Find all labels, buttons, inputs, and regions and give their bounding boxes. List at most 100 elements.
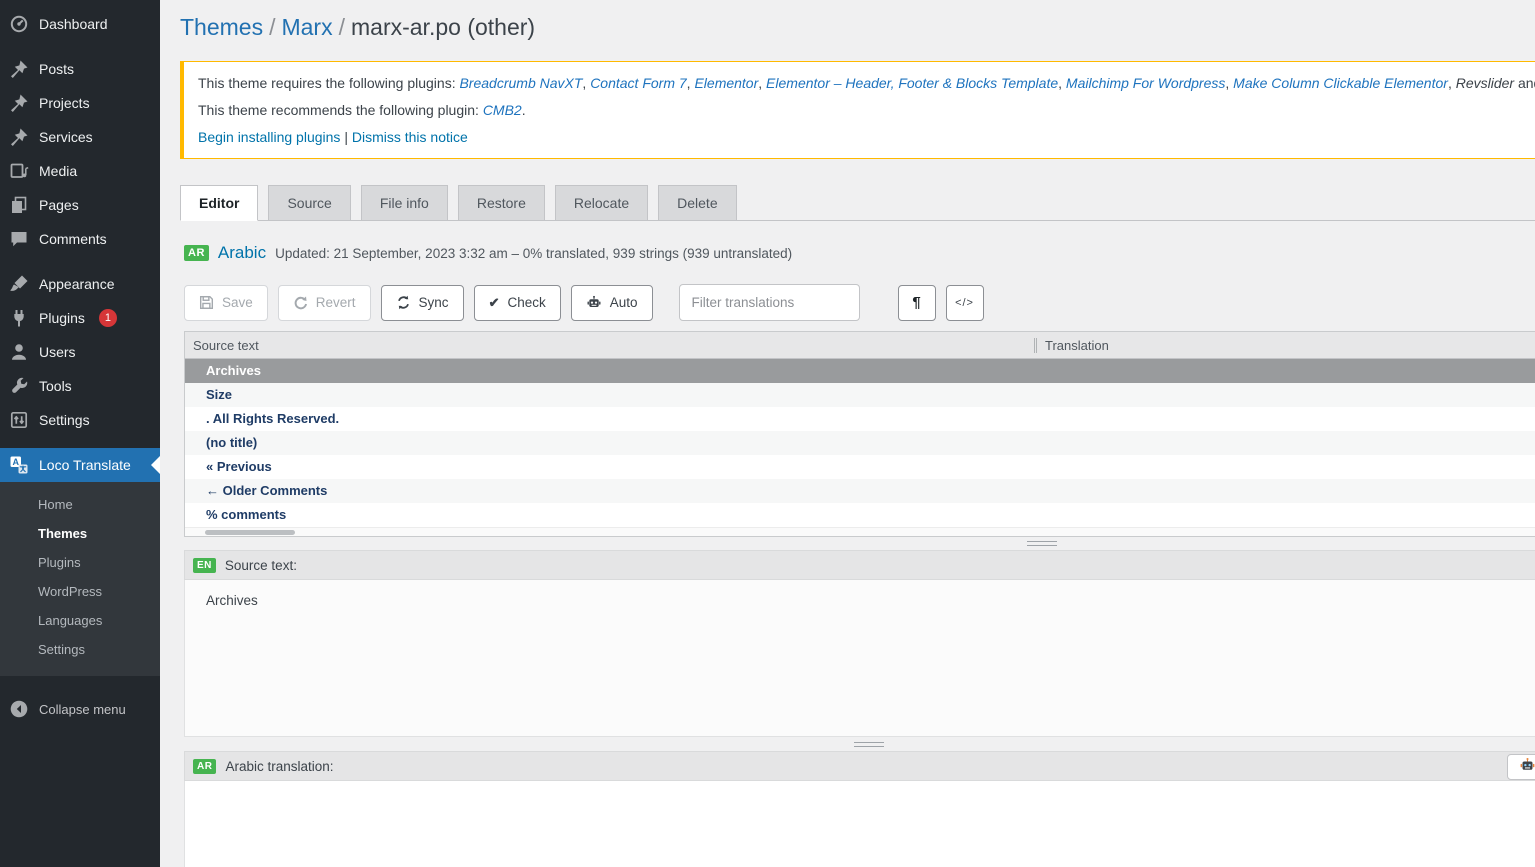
submenu-item-plugins[interactable]: Plugins (0, 548, 160, 577)
sidebar-item-services[interactable]: Services (0, 120, 160, 154)
translation-panel-label: Arabic translation: (225, 759, 333, 774)
sidebar-item-plugins[interactable]: Plugins 1 (0, 301, 160, 335)
arabic-badge: AR (193, 759, 216, 774)
breadcrumb-link-themes[interactable]: Themes (180, 14, 263, 40)
filter-translations-input[interactable] (679, 284, 860, 321)
sidebar-item-media[interactable]: Media (0, 154, 160, 188)
strings-table: Source text Translation Archives Size . … (184, 331, 1535, 537)
sidebar-item-label: Dashboard (39, 16, 108, 32)
pushpin-icon (9, 59, 29, 79)
save-button[interactable]: Save (184, 285, 268, 321)
collapse-arrow-icon (9, 699, 29, 719)
submenu-item-home[interactable]: Home (0, 490, 160, 519)
submenu-item-wordpress[interactable]: WordPress (0, 577, 160, 606)
submenu-item-themes[interactable]: Themes (0, 519, 160, 548)
breadcrumb-current: marx-ar.po (other) (351, 14, 535, 40)
translation-editor-area[interactable] (184, 781, 1535, 867)
source-text-panel: EN Source text: Archives (184, 550, 1535, 737)
sidebar-item-posts[interactable]: Posts (0, 52, 160, 86)
file-tabs: Editor Source File info Restore Relocate… (180, 185, 1535, 221)
sidebar-item-label: Settings (39, 412, 90, 428)
table-row[interactable]: % comments (185, 503, 1535, 527)
submenu-item-settings[interactable]: Settings (0, 635, 160, 664)
pushpin-icon (9, 127, 29, 147)
translation-column-header[interactable]: Translation (1034, 338, 1535, 353)
sidebar-item-label: Posts (39, 61, 74, 77)
sidebar-item-label: Appearance (39, 276, 115, 292)
strings-table-header: Source text Translation (185, 332, 1535, 359)
paintbrush-icon (9, 274, 29, 294)
sidebar-item-comments[interactable]: Comments (0, 222, 160, 256)
plugin-requirement-notice: This theme requires the following plugin… (180, 61, 1535, 159)
horizontal-scrollbar (185, 527, 1535, 536)
sync-button[interactable]: Sync (381, 285, 464, 321)
sidebar-item-settings[interactable]: Settings (0, 403, 160, 437)
breadcrumb-link-marx[interactable]: Marx (281, 14, 332, 40)
tab-delete[interactable]: Delete (658, 185, 736, 220)
toggle-code-view-button[interactable]: </> (946, 285, 984, 321)
sidebar-item-label: Pages (39, 197, 79, 213)
plugin-icon (9, 308, 29, 328)
sidebar-item-label: Media (39, 163, 77, 179)
save-label: Save (222, 295, 253, 310)
table-row[interactable]: . All Rights Reserved. (185, 407, 1535, 431)
notice-recommended-plugin-line: This theme recommends the following plug… (198, 102, 1535, 118)
table-row[interactable]: « Previous (185, 455, 1535, 479)
sidebar-item-projects[interactable]: Projects (0, 86, 160, 120)
pages-icon (9, 195, 29, 215)
english-badge: EN (193, 558, 216, 573)
breadcrumb-separator: / (333, 14, 351, 40)
collapse-menu-label: Collapse menu (39, 702, 126, 717)
translation-panel: AR Arabic translation: (184, 751, 1535, 867)
sidebar-item-tools[interactable]: Tools (0, 369, 160, 403)
collapse-menu-button[interactable]: Collapse menu (0, 692, 160, 726)
auto-label: Auto (610, 295, 638, 310)
table-row[interactable]: (no title) (185, 431, 1535, 455)
revert-label: Revert (316, 295, 356, 310)
panel-resize-grip[interactable] (854, 742, 884, 747)
settings-icon (9, 410, 29, 430)
check-icon: ✔ (489, 295, 500, 311)
sidebar-item-dashboard[interactable]: Dashboard (0, 7, 160, 41)
table-row[interactable]: Size (185, 383, 1535, 407)
media-icon (9, 161, 29, 181)
sidebar-item-label: Projects (39, 95, 90, 111)
sidebar-item-users[interactable]: Users (0, 335, 160, 369)
table-row[interactable]: Archives (185, 359, 1535, 383)
dashboard-icon (9, 14, 29, 34)
table-row[interactable]: ← Older Comments (185, 479, 1535, 503)
sidebar-item-label: Tools (39, 378, 72, 394)
strings-table-rows: Archives Size . All Rights Reserved. (no… (185, 359, 1535, 527)
auto-translate-button[interactable]: Auto (571, 285, 653, 321)
robot-icon (1519, 757, 1535, 777)
tab-relocate[interactable]: Relocate (555, 185, 648, 220)
tab-file-info[interactable]: File info (361, 185, 448, 220)
source-text-panel-label: Source text: (225, 558, 297, 573)
sidebar-item-label: Comments (39, 231, 107, 247)
breadcrumb-separator: / (263, 14, 281, 40)
tab-editor[interactable]: Editor (180, 185, 258, 221)
suggest-translation-button[interactable] (1507, 754, 1535, 780)
wrench-icon (9, 376, 29, 396)
list-resize-grip[interactable] (1027, 541, 1057, 546)
source-text-panel-header: EN Source text: (184, 550, 1535, 580)
language-name-link[interactable]: Arabic (218, 243, 266, 263)
toggle-invisibles-button[interactable]: ¶ (898, 285, 936, 321)
source-text-column-header[interactable]: Source text (185, 338, 1034, 353)
loco-translate-submenu: Home Themes Plugins WordPress Languages … (0, 482, 160, 676)
revert-button[interactable]: Revert (278, 285, 371, 321)
horizontal-scrollbar-thumb[interactable] (205, 530, 295, 535)
pushpin-icon (9, 93, 29, 113)
sidebar-item-pages[interactable]: Pages (0, 188, 160, 222)
language-meta-text: Updated: 21 September, 2023 3:32 am – 0%… (275, 246, 792, 261)
sync-label: Sync (419, 295, 449, 310)
tab-source[interactable]: Source (268, 185, 350, 220)
tab-restore[interactable]: Restore (458, 185, 545, 220)
check-button[interactable]: ✔ Check (474, 285, 561, 321)
notice-actions-line[interactable]: Begin installing plugins | Dismiss this … (198, 129, 1535, 145)
submenu-item-languages[interactable]: Languages (0, 606, 160, 635)
sync-icon (396, 295, 411, 310)
sidebar-item-appearance[interactable]: Appearance (0, 267, 160, 301)
translation-panel-header: AR Arabic translation: (184, 751, 1535, 781)
sidebar-item-loco-translate[interactable]: A Loco Translate (0, 448, 160, 482)
